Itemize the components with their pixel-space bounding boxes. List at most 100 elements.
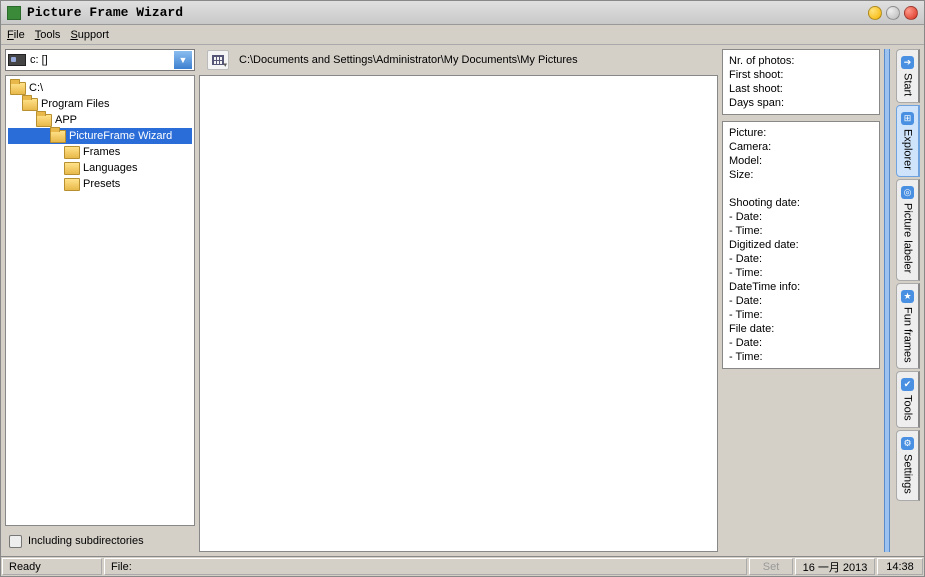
app-icon: [7, 6, 21, 20]
tree-label: Presets: [83, 178, 120, 190]
folder-icon: [22, 98, 38, 111]
side-tabs: ➔ Start ⊞ Explorer ◎ Picture labeler ★ Fun f…: [896, 49, 920, 552]
status-file: File:: [104, 558, 747, 575]
status-file-label: File:: [111, 561, 132, 573]
statusbar: Ready File: Set 16 一月 2013 14:38: [1, 556, 924, 576]
info-line: Digitized date:: [729, 238, 873, 252]
tab-label: Explorer: [902, 129, 914, 170]
info-line: Size:: [729, 168, 873, 182]
tab-start[interactable]: ➔ Start: [896, 49, 920, 103]
right-panel: Nr. of photos: First shoot: Last shoot: …: [722, 49, 880, 552]
info-line: - Date:: [729, 336, 873, 350]
subdir-row: Including subdirectories: [5, 530, 195, 552]
info-line: Nr. of photos:: [729, 54, 873, 68]
info-line: Shooting date:: [729, 196, 873, 210]
tree-label: Frames: [83, 146, 120, 158]
tree-node-selected[interactable]: PictureFrame Wizard: [8, 128, 192, 144]
tree-label: Program Files: [41, 98, 109, 110]
drive-label: c: []: [30, 54, 174, 66]
info-line: Picture:: [729, 126, 873, 140]
minimize-button[interactable]: [868, 6, 882, 20]
picture-details-box: Picture: Camera: Model: Size: Shooting d…: [722, 121, 880, 369]
side-scrollbar[interactable]: [884, 49, 890, 552]
star-icon: ★: [901, 290, 914, 303]
status-date: 16 一月 2013: [795, 558, 875, 575]
folder-icon: [10, 82, 26, 95]
folder-tree[interactable]: C:\ Program Files APP PictureFrame Wizar…: [5, 75, 195, 526]
folder-icon: [50, 130, 66, 143]
window-title: Picture Frame Wizard: [27, 5, 868, 20]
include-subdirs-label: Including subdirectories: [28, 535, 144, 547]
tab-label: Picture labeler: [902, 203, 914, 273]
maximize-button[interactable]: [886, 6, 900, 20]
tree-node[interactable]: Presets: [8, 176, 192, 192]
tree-label: APP: [55, 114, 77, 126]
window-icon: ⊞: [901, 112, 914, 125]
tag-icon: ◎: [901, 186, 914, 199]
tab-label: Settings: [902, 454, 914, 494]
info-line: Last shoot:: [729, 82, 873, 96]
folder-icon: [64, 162, 80, 175]
tree-node[interactable]: APP: [8, 112, 192, 128]
tree-label: PictureFrame Wizard: [69, 130, 172, 142]
tab-tools[interactable]: ✔ Tools: [896, 371, 920, 428]
tree-node[interactable]: Frames: [8, 144, 192, 160]
left-panel: c: [] ▼ C:\ Program Files APP PictureFra…: [5, 49, 195, 552]
tab-picture-labeler[interactable]: ◎ Picture labeler: [896, 179, 920, 280]
include-subdirs-checkbox[interactable]: [9, 535, 22, 548]
info-line: Days span:: [729, 96, 873, 110]
thumbnail-area[interactable]: [199, 75, 718, 552]
tab-explorer[interactable]: ⊞ Explorer: [896, 105, 920, 177]
info-line: - Time:: [729, 266, 873, 280]
info-line: - Time:: [729, 308, 873, 322]
info-line: File date:: [729, 322, 873, 336]
close-button[interactable]: [904, 6, 918, 20]
path-toolbar: C:\Documents and Settings\Administrator\…: [199, 49, 718, 71]
folder-icon: [64, 178, 80, 191]
content-area: c: [] ▼ C:\ Program Files APP PictureFra…: [1, 45, 924, 556]
folder-icon: [64, 146, 80, 159]
gear-icon: ⚙: [901, 437, 914, 450]
tab-label: Fun frames: [902, 307, 914, 363]
status-time: 14:38: [877, 558, 923, 575]
menu-tools[interactable]: Tools: [35, 29, 61, 41]
status-set: Set: [749, 558, 793, 575]
menu-file[interactable]: File: [7, 29, 25, 41]
drive-select[interactable]: c: [] ▼: [5, 49, 195, 71]
tree-node[interactable]: Languages: [8, 160, 192, 176]
info-line: [729, 182, 873, 196]
current-path: C:\Documents and Settings\Administrator\…: [239, 54, 578, 66]
info-line: - Date:: [729, 294, 873, 308]
tree-node-root[interactable]: C:\: [8, 80, 192, 96]
info-line: - Time:: [729, 350, 873, 364]
menu-support[interactable]: Support: [70, 29, 109, 41]
tree-label: C:\: [29, 82, 43, 94]
drive-icon: [8, 54, 26, 66]
titlebar[interactable]: Picture Frame Wizard: [1, 1, 924, 25]
info-line: First shoot:: [729, 68, 873, 82]
center-panel: C:\Documents and Settings\Administrator\…: [199, 49, 718, 552]
tab-fun-frames[interactable]: ★ Fun frames: [896, 283, 920, 370]
folder-icon: [36, 114, 52, 127]
menubar: File Tools Support: [1, 25, 924, 45]
status-ready: Ready: [2, 558, 102, 575]
info-line: Model:: [729, 154, 873, 168]
tree-node[interactable]: Program Files: [8, 96, 192, 112]
info-line: - Date:: [729, 210, 873, 224]
wrench-icon: ✔: [901, 378, 914, 391]
dropdown-icon[interactable]: ▼: [174, 51, 192, 69]
window-buttons: [868, 6, 918, 20]
info-line: - Date:: [729, 252, 873, 266]
grid-icon: [212, 55, 224, 65]
tab-label: Tools: [902, 395, 914, 421]
view-mode-button[interactable]: [207, 50, 229, 70]
tree-label: Languages: [83, 162, 137, 174]
tab-label: Start: [902, 73, 914, 96]
info-line: Camera:: [729, 140, 873, 154]
arrow-icon: ➔: [901, 56, 914, 69]
folder-summary-box: Nr. of photos: First shoot: Last shoot: …: [722, 49, 880, 115]
app-window: Picture Frame Wizard File Tools Support …: [0, 0, 925, 577]
info-line: DateTime info:: [729, 280, 873, 294]
tab-settings[interactable]: ⚙ Settings: [896, 430, 920, 501]
info-line: - Time:: [729, 224, 873, 238]
